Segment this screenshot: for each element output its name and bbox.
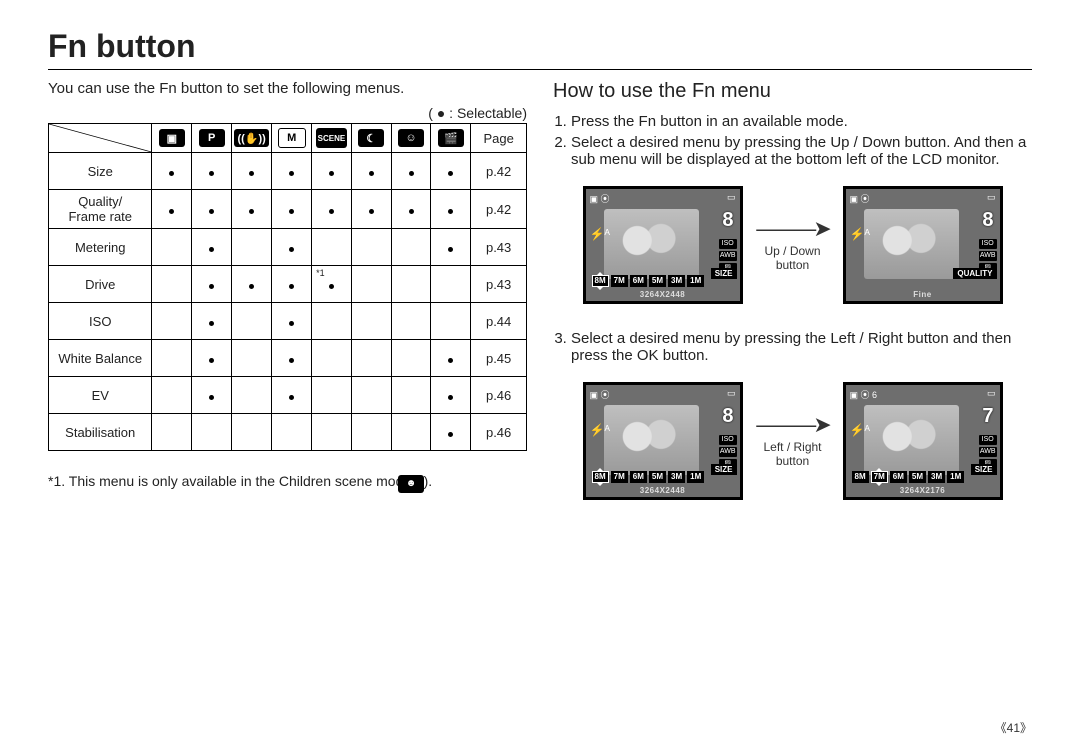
step-2: Select a desired menu by pressing the Up…	[571, 134, 1032, 168]
caption-leftright: Left / Right button	[753, 440, 833, 468]
page-number: 《41》	[995, 719, 1032, 736]
table-row: ISOp.44	[49, 303, 527, 340]
mode-icon-auto: ▣	[159, 129, 185, 147]
table-row: Quality/ Frame ratep.42	[49, 190, 527, 229]
page-title: Fn button	[48, 28, 1032, 70]
table-legend: ( ● : Selectable)	[48, 105, 527, 121]
lcd-screenshot-size-sel2: ▣ ⦿ 6▭ ⚡ᴬ 7 ISO AWB ▨ SIZE 8M7M6M5M3M1M …	[843, 382, 1003, 500]
mode-icon-movie: 🎬	[438, 129, 464, 147]
table-row: White Balancep.45	[49, 340, 527, 377]
table-row: Stabilisationp.46	[49, 414, 527, 451]
mode-icon-dis: ((✋))	[234, 129, 268, 147]
table-row: Drive*1p.43	[49, 266, 527, 303]
footnote: *1. This menu is only available in the C…	[48, 473, 527, 493]
table-row: Sizep.42	[49, 153, 527, 190]
arrow-icon: ———➤	[756, 414, 828, 436]
howto-heading: How to use the Fn menu	[553, 80, 1032, 103]
lcd-screenshot-size: ▣ ⦿▭ ⚡ᴬ 8 ISO AWB ▨ SIZE 8M7M6M5M3M1M 32…	[583, 186, 743, 304]
mode-icon-night: ☾	[358, 129, 384, 147]
step-1: Press the Fn button in an available mode…	[571, 113, 1032, 130]
lcd-screenshot-quality: ▣ ⦿▭ ⚡ᴬ 8 ISO AWB ▨ QUALITY Fine	[843, 186, 1003, 304]
intro-text: You can use the Fn button to set the fol…	[48, 80, 527, 97]
children-mode-icon: ☻	[398, 475, 424, 493]
arrow-icon: ———➤	[756, 218, 828, 240]
lcd-screenshot-size-sel1: ▣ ⦿▭ ⚡ᴬ 8 ISO AWB ▨ SIZE 8M7M6M5M3M1M 32…	[583, 382, 743, 500]
mode-icon-manual: M	[278, 128, 306, 148]
illustration-row-2: ▣ ⦿▭ ⚡ᴬ 8 ISO AWB ▨ SIZE 8M7M6M5M3M1M 32…	[553, 382, 1032, 500]
table-row: EVp.46	[49, 377, 527, 414]
illustration-row-1: ▣ ⦿▭ ⚡ᴬ 8 ISO AWB ▨ SIZE 8M7M6M5M3M1M 32…	[553, 186, 1032, 304]
fn-menu-table: ▣ P ((✋)) M SCENE ☾ ☺ 🎬 Page Sizep.42Quality/ Fr…	[48, 123, 527, 451]
page-column-header: Page	[471, 124, 527, 153]
mode-icon-scene: SCENE	[316, 128, 348, 148]
step-3: Select a desired menu by pressing the Le…	[571, 330, 1032, 364]
caption-updown: Up / Down button	[753, 244, 833, 272]
mode-icon-program: P	[199, 129, 225, 147]
table-row: Meteringp.43	[49, 229, 527, 266]
mode-icon-portrait: ☺	[398, 129, 424, 147]
